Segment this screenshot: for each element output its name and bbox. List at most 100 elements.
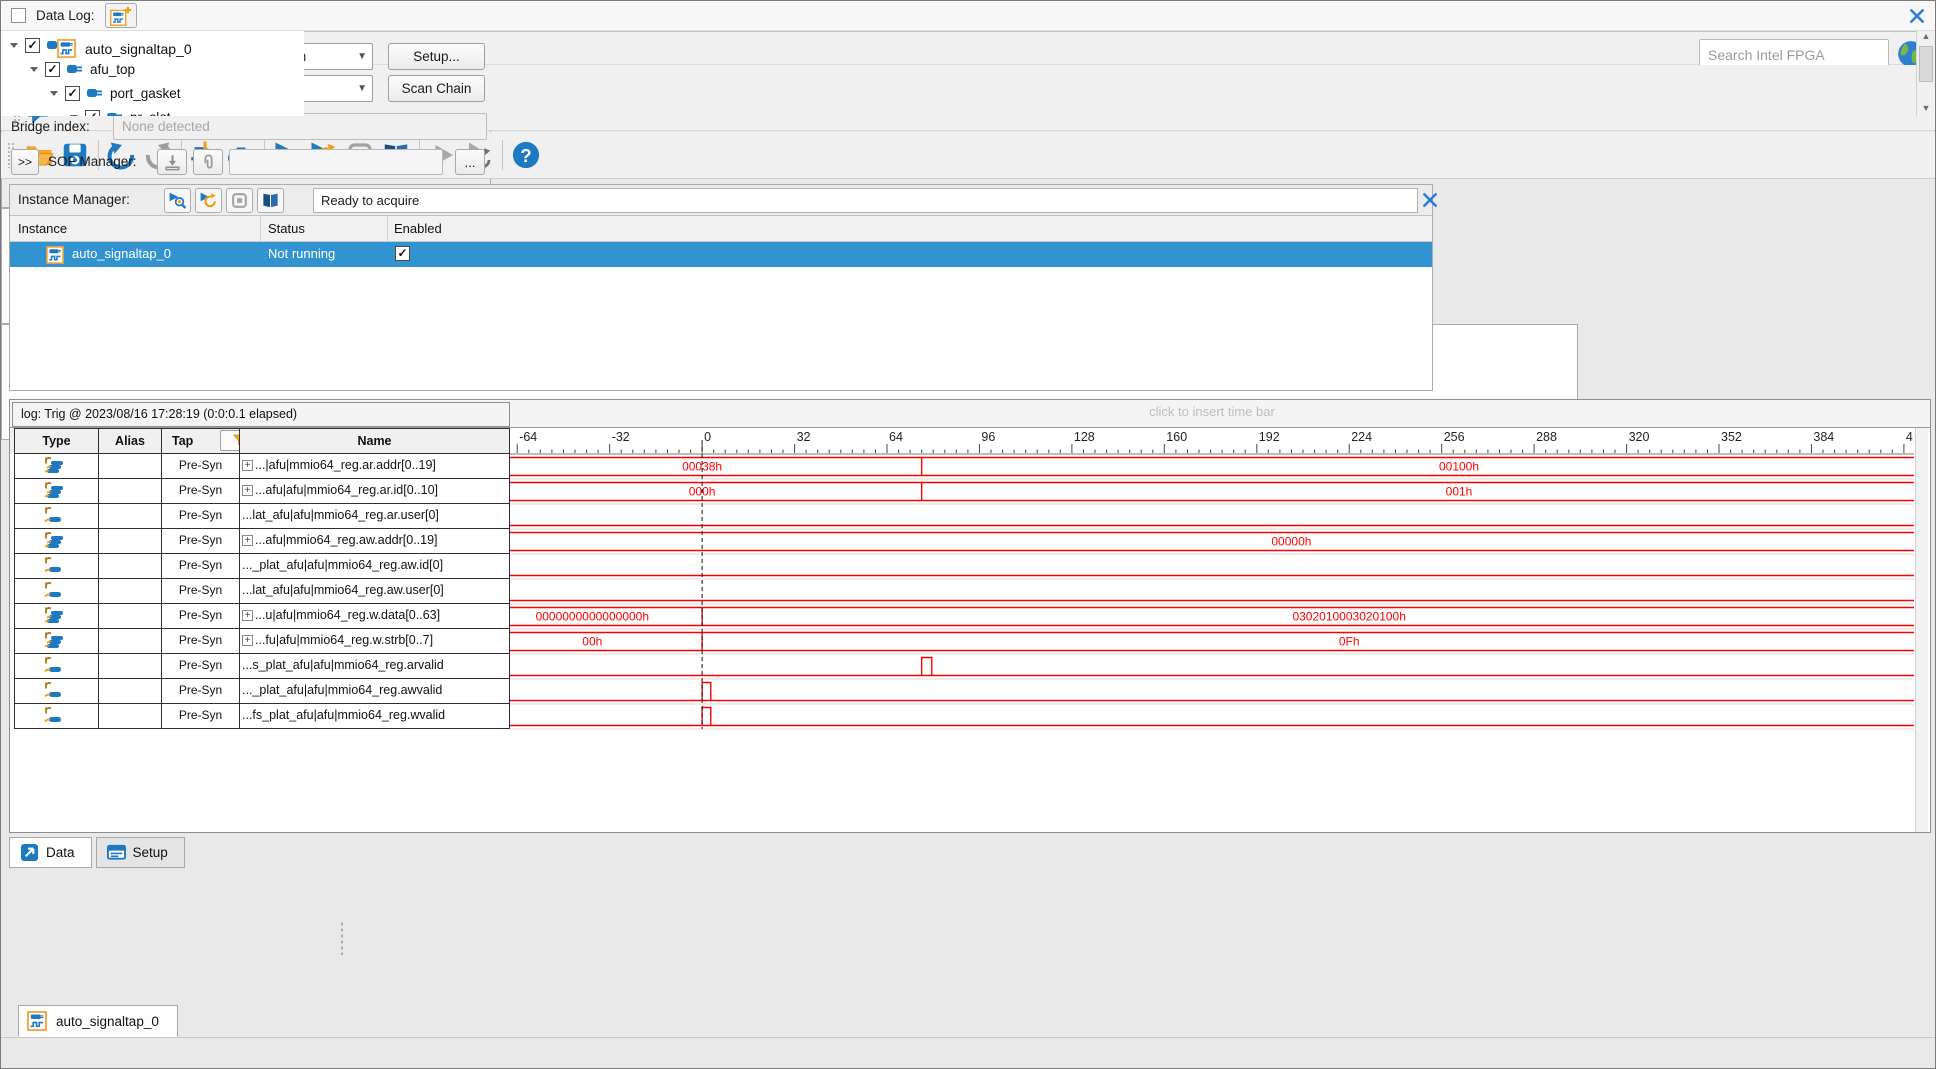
- tree-checkbox[interactable]: ✓: [45, 62, 60, 77]
- waveform-canvas[interactable]: -64-320326496128160192224256288320352384…: [510, 428, 1914, 832]
- panel-splitter[interactable]: [335, 880, 348, 996]
- signal-row[interactable]: Pre-Syn+...u|afu|mmio64_reg.w.data[0..63…: [10, 604, 510, 629]
- scroll-thumb[interactable]: [1919, 46, 1933, 82]
- column-name[interactable]: Name: [239, 428, 510, 454]
- instance-window-tab[interactable]: auto_signaltap_0: [18, 1005, 178, 1037]
- expander-icon[interactable]: +: [242, 535, 253, 546]
- expander-icon[interactable]: +: [242, 610, 253, 621]
- signal-name-cell[interactable]: ..._plat_afu|afu|mmio64_reg.awvalid: [239, 679, 510, 704]
- column-status[interactable]: Status: [268, 221, 305, 236]
- signal-name-cell[interactable]: +...|afu|mmio64_reg.ar.addr[0..19]: [239, 454, 510, 479]
- signal-type-cell: [14, 704, 99, 729]
- data-log-close-icon[interactable]: [1909, 8, 1925, 24]
- signal-alias-cell[interactable]: [98, 654, 162, 679]
- signal-alias-cell[interactable]: [98, 579, 162, 604]
- caret-down-icon[interactable]: [69, 112, 79, 116]
- im-autorun-button[interactable]: [195, 188, 222, 213]
- instance-enabled-checkbox[interactable]: ✓: [395, 246, 410, 261]
- tree-item-port_gasket[interactable]: ✓port_gasket: [49, 81, 181, 105]
- trigger-log-label: log: Trig @ 2023/08/16 17:28:19 (0:0:0.1…: [12, 402, 510, 427]
- column-instance[interactable]: Instance: [18, 221, 67, 236]
- signal-name: ...|afu|mmio64_reg.ar.addr[0..19]: [255, 458, 436, 472]
- scroll-down-icon[interactable]: ▼: [1919, 101, 1933, 115]
- im-compare-button[interactable]: [257, 188, 284, 213]
- data-log-add-button[interactable]: [105, 3, 137, 28]
- column-type[interactable]: Type: [14, 428, 99, 454]
- signal-alias-cell[interactable]: [98, 679, 162, 704]
- caret-down-icon[interactable]: [9, 40, 19, 50]
- signal-row[interactable]: Pre-Syn..._plat_afu|afu|mmio64_reg.aw.id…: [10, 554, 510, 579]
- signal-name-cell[interactable]: ...lat_afu|afu|mmio64_reg.aw.user[0]: [239, 579, 510, 604]
- signal-name-cell[interactable]: ...fs_plat_afu|afu|mmio64_reg.wvalid: [239, 704, 510, 729]
- expander-icon[interactable]: +: [242, 460, 253, 471]
- timebar-hint[interactable]: click to insert time bar: [510, 404, 1914, 419]
- sof-file-field[interactable]: [229, 149, 443, 175]
- expand-sof-button[interactable]: >>: [11, 149, 39, 175]
- tab-data[interactable]: Data: [9, 837, 92, 868]
- toolbar-separator: [502, 140, 503, 170]
- waveform-panel: log: Trig @ 2023/08/16 17:28:19 (0:0:0.1…: [9, 399, 1931, 833]
- signal-name-cell[interactable]: +...u|afu|mmio64_reg.w.data[0..63]: [239, 604, 510, 629]
- program-device-button[interactable]: [157, 149, 187, 175]
- signal-alias-cell[interactable]: [98, 454, 162, 479]
- signal-name-cell[interactable]: ...s_plat_afu|afu|mmio64_reg.arvalid: [239, 654, 510, 679]
- signal-row[interactable]: Pre-Syn+...fu|afu|mmio64_reg.w.strb[0..7…: [10, 629, 510, 654]
- signal-row[interactable]: Pre-Syn...lat_afu|afu|mmio64_reg.ar.user…: [10, 504, 510, 529]
- signal-alias-cell[interactable]: [98, 629, 162, 654]
- signal-alias-cell[interactable]: [98, 554, 162, 579]
- scroll-up-icon[interactable]: ▲: [1919, 29, 1933, 43]
- svg-text:0Fh: 0Fh: [1339, 635, 1360, 649]
- signal-name: ...s_plat_afu|afu|mmio64_reg.arvalid: [242, 658, 444, 672]
- svg-text:96: 96: [981, 430, 995, 444]
- tree-item-afu_top[interactable]: ✓afu_top: [29, 57, 135, 81]
- expander-icon[interactable]: +: [242, 485, 253, 496]
- signal-row[interactable]: Pre-Syn+...afu|afu|mmio64_reg.ar.id[0..1…: [10, 479, 510, 504]
- instance-manager-close-icon[interactable]: [1422, 192, 1438, 208]
- signal-row[interactable]: Pre-Syn...fs_plat_afu|afu|mmio64_reg.wva…: [10, 704, 510, 729]
- bridge-index-field: None detected: [113, 113, 487, 140]
- data-log-item[interactable]: auto_signaltap_0: [57, 39, 192, 58]
- tree-item-pr_slot[interactable]: ✓pr_slot: [69, 105, 171, 116]
- signal-name-cell[interactable]: ..._plat_afu|afu|mmio64_reg.aw.id[0]: [239, 554, 510, 579]
- signal-name-cell[interactable]: +...afu|mmio64_reg.aw.addr[0..19]: [239, 529, 510, 554]
- attach-sof-button[interactable]: [193, 149, 223, 175]
- signal-name-cell[interactable]: ...lat_afu|afu|mmio64_reg.ar.user[0]: [239, 504, 510, 529]
- instance-row[interactable]: auto_signaltap_0 Not running ✓: [10, 242, 1432, 267]
- wave-vertical-scrollbar[interactable]: [1915, 428, 1928, 832]
- signal-name-cell[interactable]: +...afu|afu|mmio64_reg.ar.id[0..10]: [239, 479, 510, 504]
- signal-row[interactable]: Pre-Syn..._plat_afu|afu|mmio64_reg.awval…: [10, 679, 510, 704]
- signal-row[interactable]: Pre-Syn...s_plat_afu|afu|mmio64_reg.arva…: [10, 654, 510, 679]
- tree-checkbox[interactable]: ✓: [25, 38, 40, 53]
- signal-alias-cell[interactable]: [98, 704, 162, 729]
- signal-row[interactable]: Pre-Syn+...|afu|mmio64_reg.ar.addr[0..19…: [10, 454, 510, 479]
- tree-checkbox[interactable]: ✓: [65, 86, 80, 101]
- setup-button[interactable]: Setup...: [388, 43, 485, 70]
- signal-row[interactable]: Pre-Syn...lat_afu|afu|mmio64_reg.aw.user…: [10, 579, 510, 604]
- tab-setup[interactable]: Setup: [96, 837, 185, 868]
- caret-down-icon[interactable]: [49, 88, 59, 98]
- signal-alias-cell[interactable]: [98, 604, 162, 629]
- signal-alias-cell[interactable]: [98, 529, 162, 554]
- signaltap-instance-icon: [27, 1011, 47, 1031]
- data-log-checkbox[interactable]: [11, 8, 26, 23]
- caret-down-icon[interactable]: [29, 64, 39, 74]
- signal-alias-cell[interactable]: [98, 504, 162, 529]
- signal-bus-icon: [43, 531, 65, 552]
- signal-alias-cell[interactable]: [98, 479, 162, 504]
- column-enabled[interactable]: Enabled: [394, 221, 442, 236]
- im-run-analysis-button[interactable]: [164, 188, 191, 213]
- signal-row[interactable]: Pre-Syn+...afu|mmio64_reg.aw.addr[0..19]: [10, 529, 510, 554]
- help-button[interactable]: [508, 137, 544, 173]
- svg-text:-64: -64: [519, 430, 537, 444]
- tree-checkbox[interactable]: ✓: [85, 110, 100, 117]
- svg-text:00000h: 00000h: [1271, 535, 1311, 549]
- scan-chain-button[interactable]: Scan Chain: [388, 75, 485, 102]
- column-alias[interactable]: Alias: [98, 428, 162, 454]
- hierarchy-scrollbar[interactable]: ▲ ▼: [1916, 28, 1935, 116]
- expander-icon[interactable]: +: [242, 635, 253, 646]
- svg-text:288: 288: [1536, 430, 1557, 444]
- browse-sof-button[interactable]: ...: [455, 149, 485, 175]
- book-icon: [261, 191, 280, 210]
- im-stop-button[interactable]: [226, 188, 253, 213]
- signal-name-cell[interactable]: +...fu|afu|mmio64_reg.w.strb[0..7]: [239, 629, 510, 654]
